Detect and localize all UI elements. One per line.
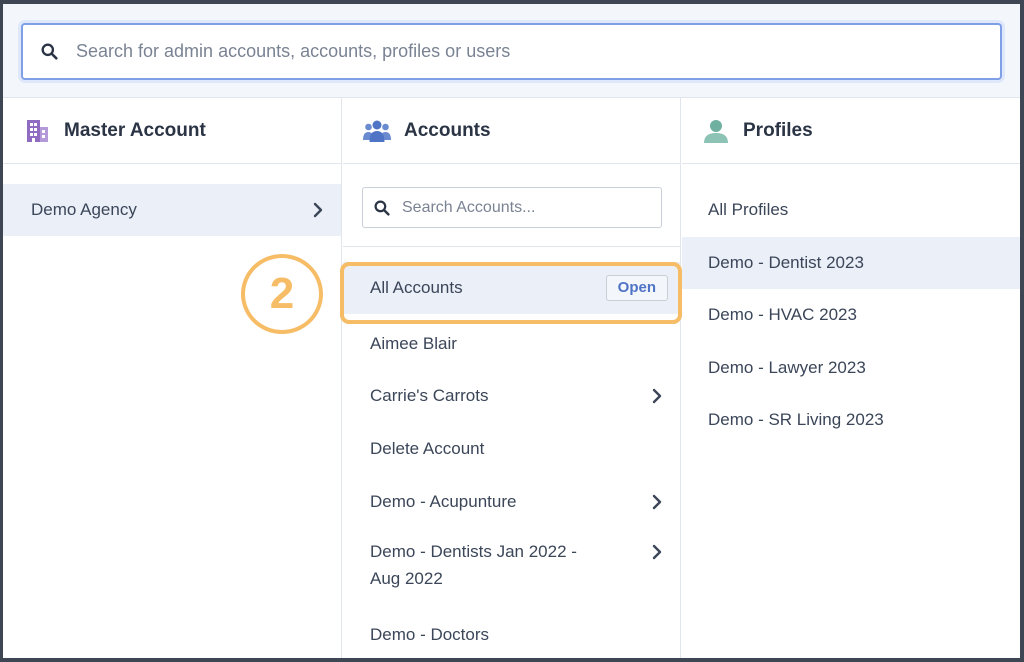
profile-item-demo-sr-living-2023[interactable]: Demo - SR Living 2023 — [682, 394, 1020, 446]
divider — [343, 246, 680, 247]
account-item-aimee-blair[interactable]: Aimee Blair — [343, 318, 680, 370]
profiles-column: Profiles All Profiles Demo - Dentist 202… — [682, 98, 1020, 658]
chevron-right-icon — [652, 494, 662, 510]
search-icon — [41, 43, 58, 60]
account-item-label: Demo - Dentists Jan 2022 - Aug 2022 — [370, 542, 577, 588]
global-search-box[interactable] — [21, 23, 1002, 80]
account-item-label: Aimee Blair — [370, 334, 457, 353]
user-icon — [702, 117, 730, 145]
chevron-right-icon — [652, 388, 662, 404]
account-picker-panel: Master Account Demo Agency Accounts — [3, 4, 1020, 658]
profile-item-label: Demo - Lawyer 2023 — [708, 358, 866, 377]
profile-item-label: Demo - HVAC 2023 — [708, 305, 857, 324]
account-item-label: Demo - Doctors — [370, 625, 490, 644]
profile-item-label: Demo - Dentist 2023 — [708, 253, 864, 272]
account-item-demo-acupunture[interactable]: Demo - Acupunture — [343, 476, 680, 528]
profile-item-label: All Profiles — [708, 200, 789, 219]
accounts-search-box[interactable] — [362, 187, 662, 228]
profiles-title: Profiles — [743, 119, 813, 141]
search-bar-area — [3, 4, 1020, 98]
master-item-demo-agency[interactable]: Demo Agency — [3, 184, 341, 236]
profile-item-label: Demo - SR Living 2023 — [708, 410, 884, 429]
accounts-search-input[interactable] — [363, 188, 661, 227]
accounts-title: Accounts — [404, 119, 491, 141]
chevron-right-icon — [313, 202, 323, 218]
profile-item-all-profiles[interactable]: All Profiles — [682, 184, 1020, 236]
master-item-label: Demo Agency — [31, 200, 137, 219]
profile-item-demo-lawyer-2023[interactable]: Demo - Lawyer 2023 — [682, 342, 1020, 394]
profile-item-demo-dentist-2023[interactable]: Demo - Dentist 2023 — [682, 237, 1020, 289]
master-account-column: Master Account Demo Agency — [3, 98, 342, 658]
profiles-header: Profiles — [682, 98, 1020, 164]
account-item-delete-account[interactable]: Delete Account — [343, 423, 680, 475]
search-icon — [374, 200, 390, 216]
accounts-header: Accounts — [343, 98, 680, 164]
account-item-label: Carrie's Carrots — [370, 386, 489, 405]
master-account-header: Master Account — [3, 98, 341, 164]
chevron-right-icon — [652, 544, 662, 560]
account-item-demo-dentists[interactable]: Demo - Dentists Jan 2022 - Aug 2022 — [343, 538, 680, 596]
master-account-title: Master Account — [64, 119, 206, 141]
highlight-box — [340, 262, 682, 324]
account-item-label: Delete Account — [370, 439, 485, 458]
step-number-badge: 2 — [241, 254, 323, 334]
users-group-icon — [363, 117, 391, 145]
global-search-input[interactable] — [23, 25, 1000, 78]
accounts-column: Accounts All Accounts Open Aimee Blair C… — [343, 98, 681, 658]
account-item-demo-doctors[interactable]: Demo - Doctors — [343, 609, 680, 658]
profile-item-demo-hvac-2023[interactable]: Demo - HVAC 2023 — [682, 289, 1020, 341]
account-item-carries-carrots[interactable]: Carrie's Carrots — [343, 370, 680, 422]
building-icon — [23, 117, 51, 145]
account-item-label: Demo - Acupunture — [370, 492, 517, 511]
